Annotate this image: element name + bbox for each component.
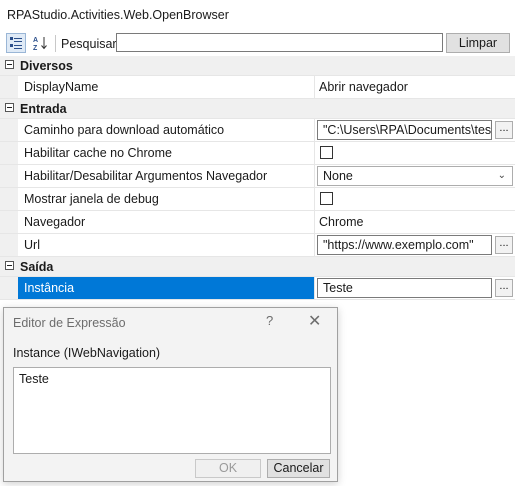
property-label: Mostrar janela de debug <box>18 188 315 210</box>
row-gutter <box>0 142 18 164</box>
property-value[interactable]: Chrome <box>316 211 515 233</box>
toolbar-separator <box>55 35 56 52</box>
svg-text:Z: Z <box>33 45 38 51</box>
row-gutter <box>0 165 18 187</box>
categorized-view-icon[interactable] <box>6 33 26 53</box>
chevron-down-icon: ⌄ <box>497 170 506 181</box>
property-value <box>316 142 515 164</box>
property-label: Caminho para download automático <box>18 119 315 141</box>
row-gutter <box>0 211 18 233</box>
property-row-debug-window[interactable]: Mostrar janela de debug <box>0 188 515 211</box>
category-name: Diversos <box>20 59 73 73</box>
sort-alphabetical-icon[interactable]: A Z <box>30 33 50 53</box>
property-row-browser-args[interactable]: Habilitar/Desabilitar Argumentos Navegad… <box>0 165 515 188</box>
property-label: Navegador <box>18 211 315 233</box>
browser-value: Chrome <box>319 215 364 229</box>
instance-input[interactable]: Teste <box>317 278 492 298</box>
displayname-value: Abrir navegador <box>319 80 408 94</box>
row-gutter <box>0 119 18 141</box>
download-path-input[interactable]: "C:\Users\RPA\Documents\teste" <box>317 120 492 140</box>
property-value: None ⌄ <box>316 165 515 187</box>
url-input[interactable]: "https://www.exemplo.com" <box>317 235 492 255</box>
property-value: "C:\Users\RPA\Documents\teste" ... <box>316 119 515 141</box>
browser-args-selected: None <box>323 169 353 183</box>
property-grid: Diversos DisplayName Abrir navegador Ent… <box>0 56 515 300</box>
property-value[interactable]: Abrir navegador <box>316 76 515 98</box>
property-label: Url <box>18 234 315 256</box>
row-gutter <box>0 234 18 256</box>
cancel-button[interactable]: Cancelar <box>267 459 330 478</box>
property-label: DisplayName <box>18 76 315 98</box>
property-value: Teste ... <box>316 277 515 299</box>
window-title: RPAStudio.Activities.Web.OpenBrowser <box>7 8 229 22</box>
help-icon[interactable]: ? <box>266 313 273 328</box>
collapse-icon[interactable] <box>5 261 14 270</box>
url-ellipsis-button[interactable]: ... <box>495 236 513 254</box>
ok-button[interactable]: OK <box>195 459 261 478</box>
category-saida[interactable]: Saída <box>0 257 515 277</box>
property-label: Habilitar/Desabilitar Argumentos Navegad… <box>18 165 315 187</box>
expression-textarea[interactable]: Teste <box>13 367 331 454</box>
debug-window-checkbox[interactable] <box>320 192 333 205</box>
property-label: Habilitar cache no Chrome <box>18 142 315 164</box>
property-row-url[interactable]: Url "https://www.exemplo.com" ... <box>0 234 515 257</box>
expression-editor-dialog: Editor de Expressão ? ✕ Instance (IWebNa… <box>3 307 338 482</box>
toolbar: A Z Pesquisar: Limpar <box>0 31 515 55</box>
instance-ellipsis-button[interactable]: ... <box>495 279 513 297</box>
search-input[interactable] <box>116 33 443 52</box>
property-row-chrome-cache[interactable]: Habilitar cache no Chrome <box>0 142 515 165</box>
property-label: Instância <box>18 277 315 299</box>
row-gutter <box>0 277 18 299</box>
row-gutter <box>0 188 18 210</box>
dialog-title: Editor de Expressão <box>13 316 126 330</box>
row-gutter <box>0 76 18 98</box>
category-name: Saída <box>20 260 54 274</box>
search-label: Pesquisar: <box>61 37 121 51</box>
property-value: "https://www.exemplo.com" ... <box>316 234 515 256</box>
property-row-instance[interactable]: Instância Teste ... <box>0 277 515 300</box>
collapse-icon[interactable] <box>5 103 14 112</box>
category-name: Entrada <box>20 102 67 116</box>
clear-button[interactable]: Limpar <box>446 33 510 53</box>
property-value <box>316 188 515 210</box>
download-path-ellipsis-button[interactable]: ... <box>495 121 513 139</box>
property-row-displayname[interactable]: DisplayName Abrir navegador <box>0 76 515 99</box>
svg-text:A: A <box>33 37 38 44</box>
close-icon[interactable]: ✕ <box>308 311 321 331</box>
property-row-download-path[interactable]: Caminho para download automático "C:\Use… <box>0 119 515 142</box>
collapse-icon[interactable] <box>5 60 14 69</box>
category-diversos[interactable]: Diversos <box>0 56 515 76</box>
property-row-browser[interactable]: Navegador Chrome <box>0 211 515 234</box>
category-entrada[interactable]: Entrada <box>0 99 515 119</box>
browser-args-dropdown[interactable]: None ⌄ <box>317 166 513 186</box>
chrome-cache-checkbox[interactable] <box>320 146 333 159</box>
expression-type-label: Instance (IWebNavigation) <box>13 346 161 360</box>
